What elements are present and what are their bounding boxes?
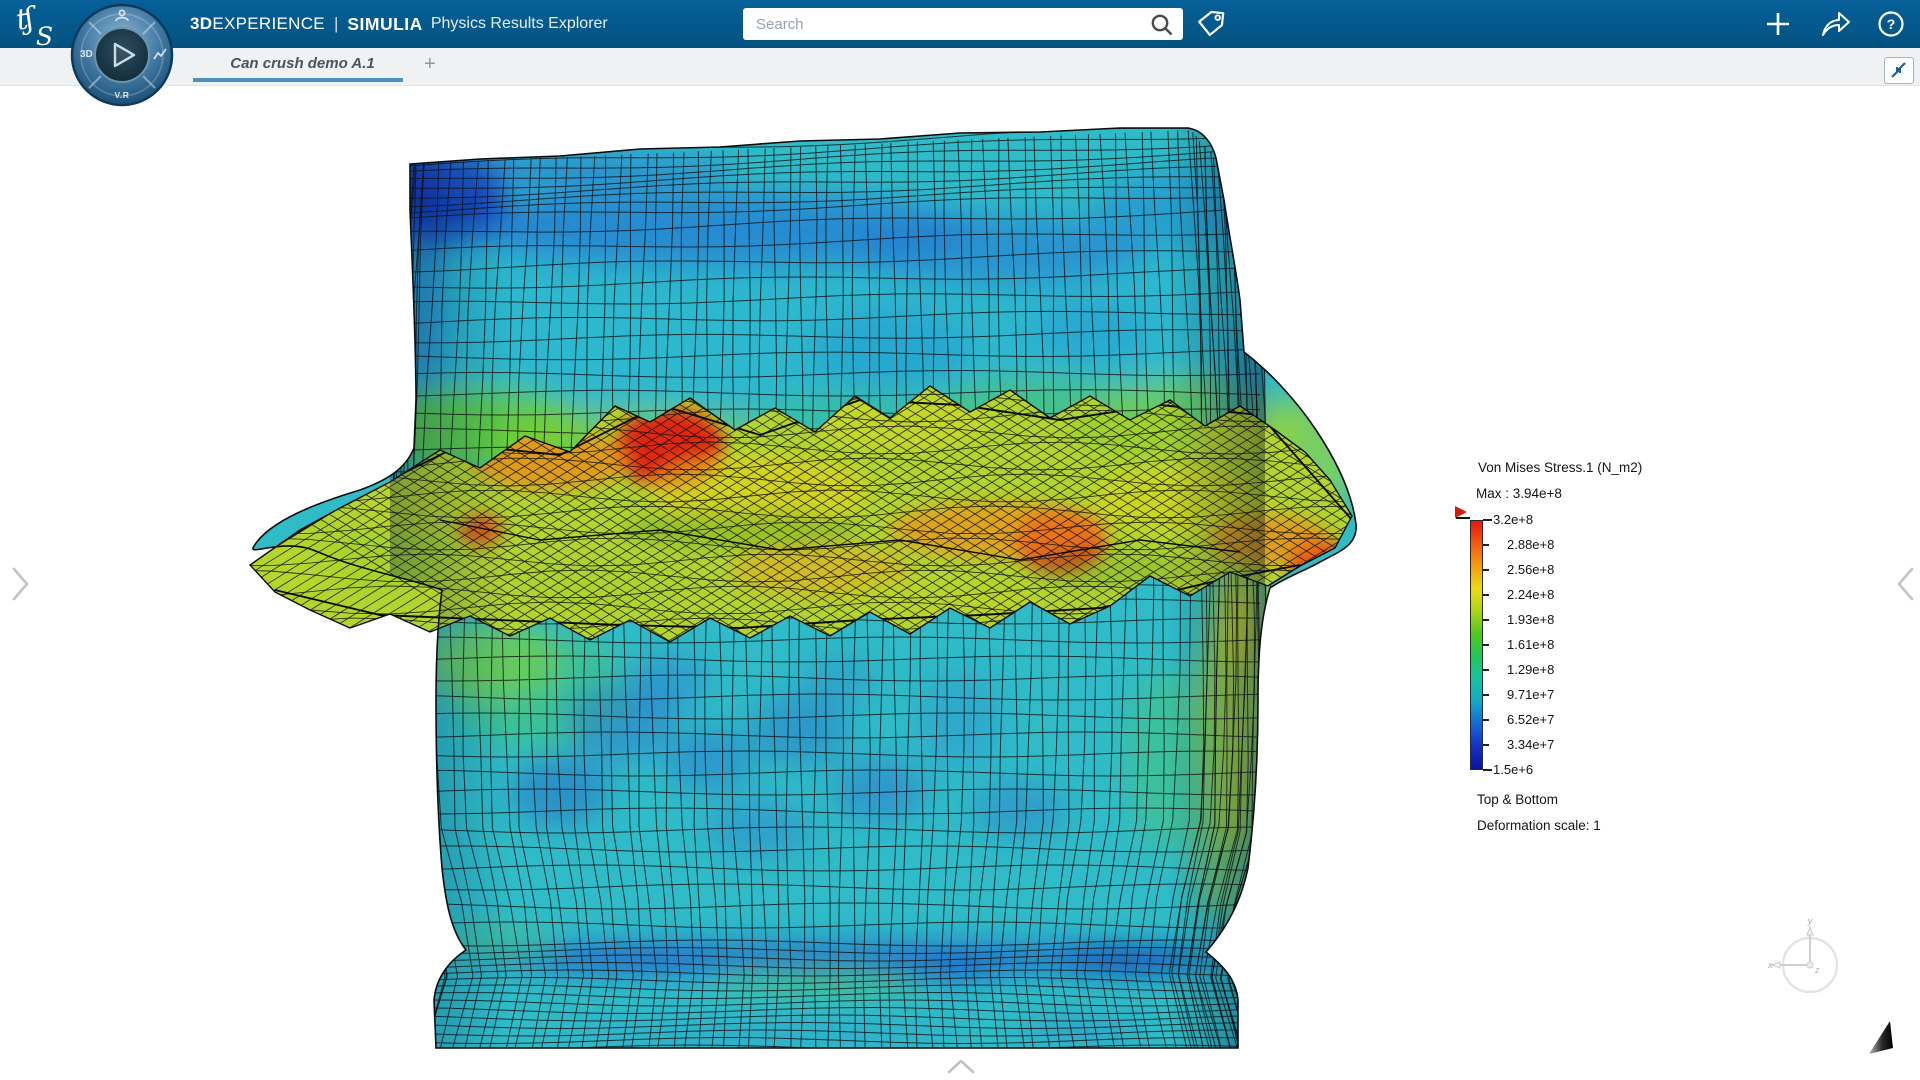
legend-tick-dash [1483,719,1489,721]
header-bar: ʧ S 3DEXPERIENCE | SIMULIA Physics Resul… [0,0,1920,48]
brand-3d: 3D [190,14,212,34]
collapse-icon [1885,58,1912,82]
legend-tick-label: 3.2e+8 [1493,512,1533,527]
legend-tick-dash [1483,544,1489,546]
compass-3d-label[interactable]: 3D [80,49,93,60]
search-input[interactable] [743,8,1183,40]
panel-expand-left[interactable] [8,563,32,605]
legend-tick-label: 2.88e+8 [1507,537,1554,552]
search-box [743,8,1183,40]
help-glyph: ? [1887,16,1896,32]
legend-tick-label: 3.34e+7 [1507,737,1554,752]
can-3d-view[interactable] [240,100,1400,1075]
tab-bar: Can crush demo A.1 + [0,48,1920,86]
legend-deformation-label: Deformation scale: 1 [1477,818,1601,833]
share-icon[interactable] [1820,10,1852,38]
tag-icon[interactable] [1195,8,1227,40]
triad-y-label: y [1807,916,1813,926]
legend-tick-dash [1483,569,1489,571]
legend-tick-label: 2.56e+8 [1507,562,1554,577]
stress-legend: Von Mises Stress.1 (N_m2) Max : 3.94e+8 … [1452,460,1712,880]
app-title: 3DEXPERIENCE | SIMULIA Physics Results E… [190,0,608,48]
compass-vr-label[interactable]: V.R [70,90,174,100]
brand-app-suffix: Physics Results Explorer [431,15,608,33]
new-tab-button[interactable]: + [424,53,436,76]
legend-tick-dash [1483,619,1489,621]
cone-icon [1862,1016,1906,1064]
help-icon[interactable]: ? [1877,10,1905,38]
legend-tick-dash [1483,769,1492,771]
legend-tick-dash [1483,744,1489,746]
legend-position-label: Top & Bottom [1477,792,1558,807]
legend-tick-label: 6.52e+7 [1507,712,1554,727]
legend-tick-dash [1483,694,1489,696]
brand-app: SIMULIA [347,14,422,35]
panel-expand-right[interactable] [1894,563,1918,605]
legend-tick-label: 1.61e+8 [1507,637,1554,652]
3ds-logo-icon[interactable]: ʧ S [14,2,66,48]
legend-tick-label: 1.93e+8 [1507,612,1554,627]
legend-tick-dash [1483,644,1489,646]
active-tab-underline [193,78,403,82]
collapse-view-button[interactable] [1884,57,1914,84]
legend-tick-label: 9.71e+7 [1507,687,1554,702]
triad-z-label: z [1814,965,1820,975]
legend-ticks: 3.2e+82.88e+82.56e+82.24e+81.93e+81.61e+… [1483,520,1683,770]
legend-title: Von Mises Stress.1 (N_m2) [1478,460,1642,475]
legend-colorbar [1470,520,1483,770]
3d-viewport[interactable]: Von Mises Stress.1 (N_m2) Max : 3.94e+8 … [0,85,1920,1080]
legend-max-value: Max : 3.94e+8 [1476,486,1562,501]
legend-tick-label: 1.29e+8 [1507,662,1554,677]
legend-max-flag-line [1456,517,1470,519]
panel-expand-bottom[interactable] [944,1056,978,1078]
legend-tick-dash [1483,669,1489,671]
legend-tick-dash [1483,594,1489,596]
triad-x-label: x [1767,960,1773,970]
search-icon[interactable] [1149,12,1175,38]
tab-can-crush-demo[interactable]: Can crush demo A.1 [200,55,405,72]
legend-tick-dash [1483,519,1492,521]
view-triad[interactable]: y x z [1765,915,1865,1015]
legend-tick-label: 2.24e+8 [1507,587,1554,602]
svg-text:S: S [36,22,53,48]
plus-icon[interactable] [1765,11,1791,37]
legend-tick-label: 1.5e+6 [1493,762,1533,777]
brand-separator: | [334,14,338,34]
brand-experience: EXPERIENCE [212,14,325,34]
compass-widget[interactable]: 3D V.R [70,3,174,107]
